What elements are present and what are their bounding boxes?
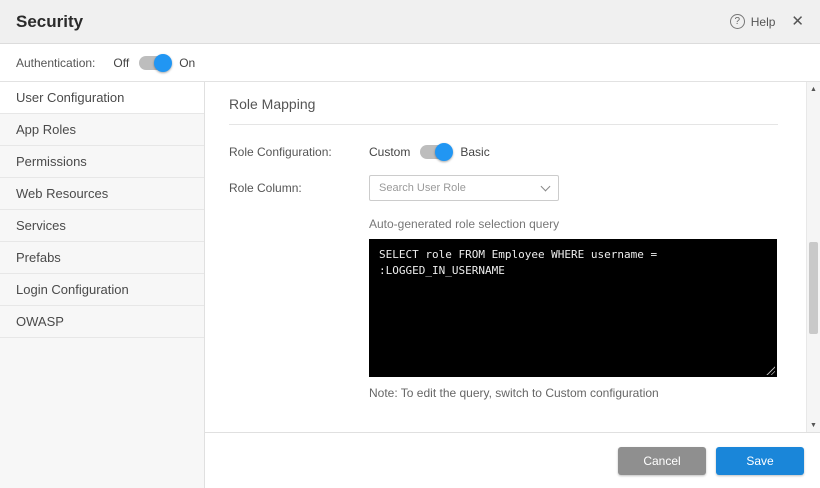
help-icon: ? bbox=[730, 14, 745, 29]
footer: Cancel Save bbox=[205, 432, 820, 488]
role-column-select[interactable]: Search User Role bbox=[369, 175, 559, 201]
body: User Configuration App Roles Permissions… bbox=[0, 82, 820, 488]
sidebar: User Configuration App Roles Permissions… bbox=[0, 82, 205, 488]
sidebar-item-app-roles[interactable]: App Roles bbox=[0, 114, 204, 146]
role-query-textarea[interactable]: SELECT role FROM Employee WHERE username… bbox=[369, 239, 777, 377]
role-configuration-label: Role Configuration: bbox=[229, 145, 369, 159]
role-column-label: Role Column: bbox=[229, 181, 369, 195]
sidebar-item-login-configuration[interactable]: Login Configuration bbox=[0, 274, 204, 306]
sidebar-item-user-configuration[interactable]: User Configuration bbox=[0, 82, 204, 114]
sidebar-item-prefabs[interactable]: Prefabs bbox=[0, 242, 204, 274]
scrollbar-thumb[interactable] bbox=[809, 242, 818, 334]
authentication-off-label: Off bbox=[113, 56, 129, 70]
query-label: Auto-generated role selection query bbox=[369, 217, 778, 231]
resize-handle-icon[interactable] bbox=[765, 365, 775, 375]
header-actions: ? Help ✕ bbox=[730, 14, 804, 29]
page-title: Security bbox=[16, 12, 83, 32]
role-column-row: Role Column: Search User Role bbox=[229, 175, 778, 201]
role-configuration-toggle-group: Custom Basic bbox=[369, 145, 490, 159]
basic-option-label: Basic bbox=[460, 145, 489, 159]
scroll-down-icon[interactable]: ▼ bbox=[807, 418, 820, 432]
role-mapping-panel: Role Mapping Role Configuration: Custom … bbox=[205, 82, 820, 432]
role-configuration-toggle-knob bbox=[435, 143, 453, 161]
role-configuration-row: Role Configuration: Custom Basic bbox=[229, 145, 778, 159]
main-content: Role Mapping Role Configuration: Custom … bbox=[205, 82, 820, 488]
query-note: Note: To edit the query, switch to Custo… bbox=[369, 386, 778, 400]
vertical-scrollbar[interactable]: ▲ ▼ bbox=[806, 82, 820, 432]
cancel-button[interactable]: Cancel bbox=[618, 447, 706, 475]
query-section: Auto-generated role selection query SELE… bbox=[369, 217, 778, 400]
help-label: Help bbox=[751, 15, 776, 29]
security-dialog: Security ? Help ✕ Authentication: Off On… bbox=[0, 0, 820, 488]
scroll-up-icon[interactable]: ▲ bbox=[807, 82, 820, 96]
sidebar-item-web-resources[interactable]: Web Resources bbox=[0, 178, 204, 210]
section-title: Role Mapping bbox=[229, 96, 778, 125]
custom-option-label: Custom bbox=[369, 145, 410, 159]
authentication-label: Authentication: bbox=[16, 56, 95, 70]
authentication-toggle-knob bbox=[154, 54, 172, 72]
authentication-toggle[interactable] bbox=[139, 56, 169, 70]
authentication-on-label: On bbox=[179, 56, 195, 70]
close-icon[interactable]: ✕ bbox=[791, 14, 804, 29]
sidebar-item-permissions[interactable]: Permissions bbox=[0, 146, 204, 178]
role-configuration-toggle[interactable] bbox=[420, 145, 450, 159]
authentication-bar: Authentication: Off On bbox=[0, 44, 820, 82]
save-button[interactable]: Save bbox=[716, 447, 804, 475]
help-button[interactable]: ? Help bbox=[730, 14, 776, 29]
sidebar-item-owasp[interactable]: OWASP bbox=[0, 306, 204, 338]
chevron-down-icon bbox=[541, 181, 551, 191]
role-column-placeholder: Search User Role bbox=[379, 182, 466, 194]
sidebar-item-services[interactable]: Services bbox=[0, 210, 204, 242]
header: Security ? Help ✕ bbox=[0, 0, 820, 44]
